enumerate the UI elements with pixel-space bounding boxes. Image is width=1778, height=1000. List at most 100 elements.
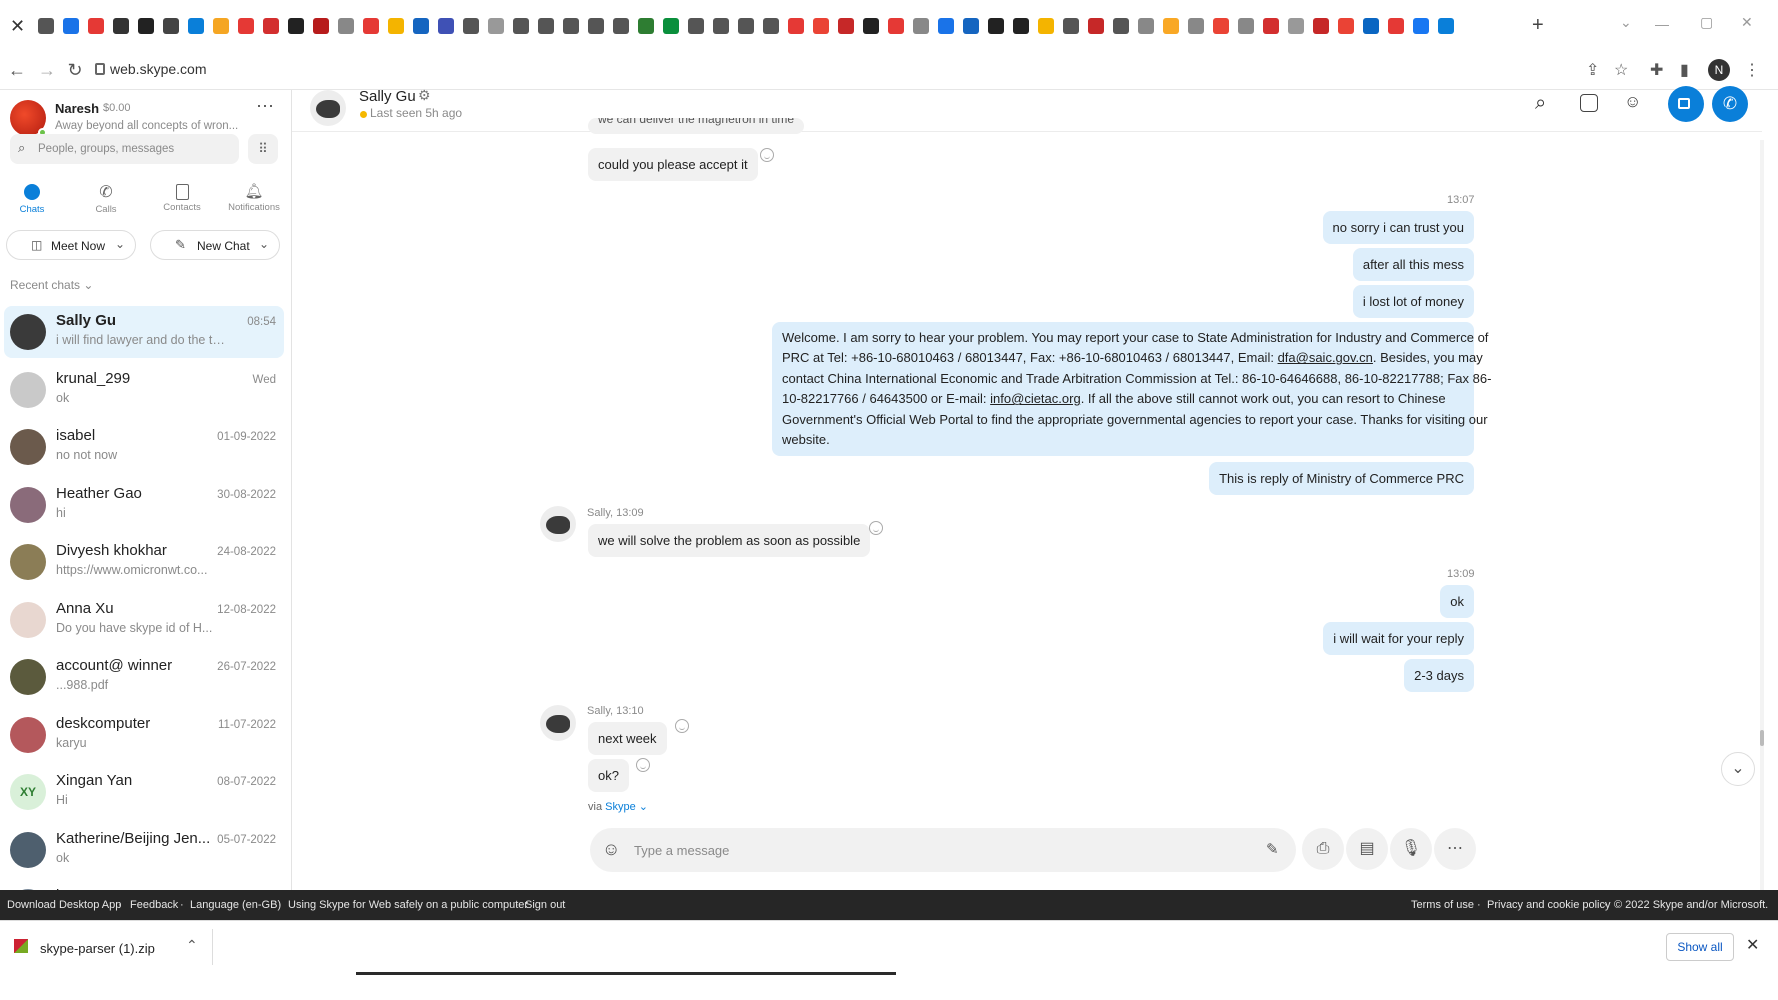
pinned-tab-favicon[interactable] [1338, 18, 1354, 34]
contact-avatar[interactable] [310, 90, 346, 126]
pinned-tab-favicon[interactable] [713, 18, 729, 34]
footer-link[interactable]: Feedback [130, 899, 178, 911]
pinned-tab-favicon[interactable] [1013, 18, 1029, 34]
attach-file-button[interactable]: ⎙ [1302, 828, 1344, 870]
pinned-tab-favicon[interactable] [663, 18, 679, 34]
pinned-tab-favicon[interactable] [488, 18, 504, 34]
footer-link[interactable]: Language (en-GB) [190, 899, 281, 911]
search-box[interactable]: ⌕ People, groups, messages [10, 134, 239, 164]
pinned-tab-favicon[interactable] [1063, 18, 1079, 34]
pinned-tab-favicon[interactable] [988, 18, 1004, 34]
chat-list-item[interactable]: Divyesh khokhar https://www.omicronwt.co.… [4, 536, 284, 588]
message-composer[interactable]: ☺ Type a message ✎ [590, 828, 1296, 872]
pen-icon[interactable]: ✎ [1266, 840, 1279, 858]
message-bubble[interactable]: after all this mess [1352, 248, 1474, 281]
message-bubble[interactable]: could you please accept it [588, 148, 758, 181]
minimize-icon[interactable]: — [1655, 16, 1669, 32]
footer-link[interactable]: Privacy and cookie policy [1487, 899, 1611, 911]
pinned-tab-favicon[interactable] [1413, 18, 1429, 34]
chat-list-item[interactable]: isabel no not now 01-09-2022 [4, 421, 284, 473]
footer-link[interactable]: Sign out [525, 899, 565, 911]
pinned-tab-favicon[interactable] [863, 18, 879, 34]
pinned-tab-favicon[interactable] [1388, 18, 1404, 34]
footer-link[interactable]: Terms of use [1411, 899, 1474, 911]
tab-calls[interactable]: ✆ Calls [88, 182, 124, 215]
pinned-tab-favicon[interactable] [888, 18, 904, 34]
message-bubble[interactable]: next week [588, 722, 667, 755]
pinned-tab-favicon[interactable] [413, 18, 429, 34]
reaction-icon[interactable] [869, 521, 883, 535]
pinned-tab-favicon[interactable] [738, 18, 754, 34]
scrollbar-thumb[interactable] [1760, 730, 1764, 746]
message-bubble[interactable]: 2-3 days [1404, 659, 1474, 692]
pinned-tab-favicon[interactable] [588, 18, 604, 34]
scroll-down-button[interactable]: ⌄ [1721, 752, 1755, 786]
pinned-tab-favicon[interactable] [38, 18, 54, 34]
bookmark-star-icon[interactable]: ☆ [1614, 60, 1628, 80]
message-input[interactable]: Type a message [634, 843, 729, 858]
pinned-tab-favicon[interactable] [1188, 18, 1204, 34]
pinned-tab-favicon[interactable] [138, 18, 154, 34]
pinned-tab-favicon[interactable] [913, 18, 929, 34]
pinned-tab-favicon[interactable] [938, 18, 954, 34]
gallery-icon[interactable] [1580, 94, 1598, 112]
pinned-tab-favicon[interactable] [963, 18, 979, 34]
pinned-tab-favicon[interactable] [438, 18, 454, 34]
pinned-tab-favicon[interactable] [763, 18, 779, 34]
pinned-tab-favicon[interactable] [88, 18, 104, 34]
via-skype-link[interactable]: Skype [605, 801, 636, 813]
pinned-tab-favicon[interactable] [238, 18, 254, 34]
pinned-tab-favicon[interactable] [213, 18, 229, 34]
message-bubble[interactable]: ok [1440, 585, 1474, 618]
pinned-tab-favicon[interactable] [313, 18, 329, 34]
pinned-tab-favicon[interactable] [363, 18, 379, 34]
show-all-button[interactable]: Show all [1666, 933, 1734, 961]
profile-avatar[interactable]: N [1708, 59, 1730, 81]
reaction-icon[interactable] [760, 148, 774, 162]
message-bubble[interactable]: i will wait for your reply [1323, 622, 1474, 655]
download-filename[interactable]: skype-parser (1).zip [40, 941, 155, 956]
new-tab-icon[interactable]: + [1532, 14, 1544, 37]
search-icon[interactable]: ⌕ [1535, 92, 1546, 115]
pinned-tab-favicon[interactable] [1163, 18, 1179, 34]
pinned-tab-favicon[interactable] [1238, 18, 1254, 34]
url-field[interactable]: web.skype.com [110, 61, 206, 77]
reload-icon[interactable]: ↻ [64, 59, 86, 81]
chat-list-item[interactable]: account@ winner ...988.pdf 26-07-2022 [4, 651, 284, 703]
pinned-tab-favicon[interactable] [338, 18, 354, 34]
sender-avatar[interactable] [540, 705, 576, 741]
more-composer-button[interactable]: ⋯ [1434, 828, 1476, 870]
pinned-tab-favicon[interactable] [638, 18, 654, 34]
pinned-tab-favicon[interactable] [1438, 18, 1454, 34]
chat-list-item[interactable]: krunal_299 ok Wed [4, 364, 284, 416]
pinned-tab-favicon[interactable] [788, 18, 804, 34]
back-icon[interactable]: ← [6, 59, 28, 81]
reaction-icon[interactable] [675, 719, 689, 733]
close-icon[interactable]: ✕ [1746, 935, 1759, 955]
share-icon[interactable]: ⇪ [1586, 60, 1599, 80]
tab-contacts[interactable]: Contacts [160, 182, 204, 213]
pinned-tab-favicon[interactable] [838, 18, 854, 34]
message-bubble[interactable]: we will solve the problem as soon as pos… [588, 524, 871, 557]
contact-card-button[interactable]: ▤ [1346, 828, 1388, 870]
message-bubble[interactable]: no sorry i can trust you [1322, 211, 1474, 244]
chat-list-item[interactable]: XY Xingan Yan Hi 08-07-2022 [4, 766, 284, 818]
dialpad-icon[interactable]: ⠿ [248, 134, 278, 164]
email-link[interactable]: dfa@saic.gov.cn [1278, 350, 1373, 365]
chevron-down-icon[interactable]: ⌄ [1620, 14, 1632, 31]
close-tab-icon[interactable]: ✕ [10, 16, 25, 37]
pinned-tab-favicon[interactable] [288, 18, 304, 34]
emoji-icon[interactable]: ☺ [602, 839, 620, 860]
reaction-icon[interactable] [636, 758, 650, 772]
chat-list-item[interactable]: Heather Gao hi 30-08-2022 [4, 479, 284, 531]
meet-now-button[interactable]: ◫ Meet Now ⌄ [6, 230, 136, 260]
pinned-tab-favicon[interactable] [1263, 18, 1279, 34]
long-reply-bubble[interactable]: Welcome. I am sorry to hear your problem… [772, 322, 1491, 457]
window-close-icon[interactable]: ✕ [1741, 14, 1753, 31]
video-call-button[interactable] [1668, 86, 1704, 122]
pinned-tab-favicon[interactable] [388, 18, 404, 34]
maximize-icon[interactable]: ▢ [1700, 14, 1713, 31]
recent-chats-header[interactable]: Recent chats ⌄ [10, 278, 93, 292]
chat-list-item[interactable]: Sally Gu i will find lawyer and do the th… [4, 306, 284, 358]
voice-message-button[interactable]: 🎙︎ [1390, 828, 1432, 870]
